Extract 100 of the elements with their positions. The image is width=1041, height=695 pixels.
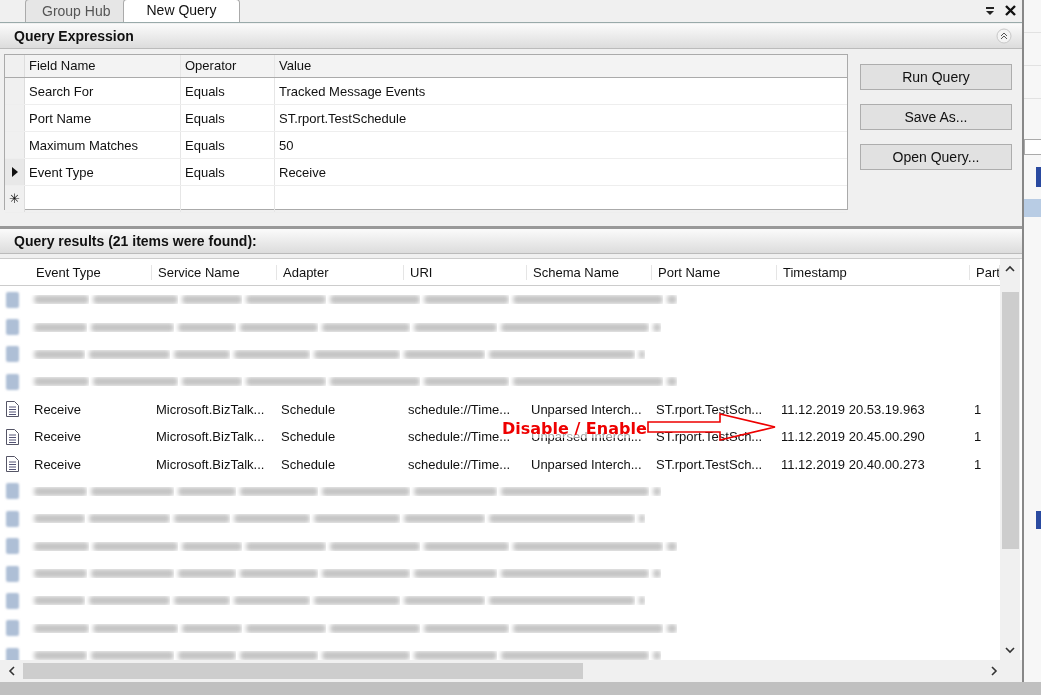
section-title: Query results (21 items were found):: [14, 233, 257, 250]
table-cell: Port Name: [25, 104, 181, 131]
table-cell-text: Receive: [33, 401, 82, 417]
document-tab[interactable]: New Query: [123, 0, 240, 22]
scroll-up-icon[interactable]: [1005, 265, 1015, 272]
table-cell: Search For: [25, 77, 181, 104]
blurred-text: [34, 486, 87, 496]
blurred-icon: [6, 346, 19, 363]
scroll-down-icon[interactable]: [1005, 647, 1015, 654]
blurred-text: [667, 541, 677, 551]
column-header[interactable]: Port Name: [652, 264, 777, 280]
table-cell-text: Receive: [33, 456, 82, 472]
row-header[interactable]: ✳: [5, 185, 25, 212]
table-cell-text: 11.12.2019 20.45.00.290: [780, 429, 926, 445]
vertical-scrollbar[interactable]: [1000, 259, 1020, 660]
scroll-thumb[interactable]: [1001, 292, 1019, 549]
table-cell-text: Microsoft.BizTalk...: [155, 456, 266, 472]
blurred-text: [182, 377, 242, 387]
blurred-text: [653, 486, 661, 496]
table-cell: Equals: [181, 158, 275, 185]
dropdown-icon[interactable]: [985, 5, 995, 16]
table-cell-text: ST.rport.TestSch...: [655, 401, 764, 417]
new-row-marker: ✳: [9, 192, 20, 206]
column-header[interactable]: Schema Name: [527, 264, 652, 280]
blurred-text: [667, 623, 677, 633]
table-cell: Equals: [181, 131, 275, 158]
table-cell-text: 1: [973, 429, 983, 445]
table-cell-text: Unparsed Interch...: [530, 401, 643, 417]
table-cell: Equals: [181, 104, 275, 131]
table-cell-text: ST.rport.TestSchedule: [278, 109, 408, 128]
blurred-icon: [6, 510, 19, 527]
table-cell-text: Schedule: [280, 429, 337, 445]
blurred-text: [667, 377, 677, 387]
blurred-text: [34, 541, 89, 551]
horizontal-scrollbar[interactable]: [0, 660, 1022, 682]
table-cell-text: Schedule: [280, 401, 337, 417]
action-button[interactable]: Save As...: [860, 103, 1012, 130]
blurred-text: [34, 596, 85, 606]
blurred-text: [174, 514, 230, 524]
blurred-text: [178, 486, 236, 496]
blurred-text: [653, 569, 661, 579]
close-icon[interactable]: [1005, 5, 1016, 16]
blurred-text: [653, 322, 661, 332]
scroll-right-icon[interactable]: [991, 666, 998, 676]
table-cell: Event Type: [25, 158, 181, 185]
collapse-icon[interactable]: [996, 27, 1012, 44]
blurred-text: [34, 295, 89, 305]
table-cell-text: Unparsed Interch...: [530, 456, 643, 472]
blurred-text: [34, 623, 89, 633]
blurred-text: [34, 377, 89, 387]
table-cell-text: 1: [973, 456, 983, 472]
blurred-text: [639, 349, 645, 359]
blurred-text: [667, 295, 677, 305]
blurred-text: [639, 514, 645, 524]
blurred-text: [182, 541, 242, 551]
scroll-thumb[interactable]: [23, 663, 583, 679]
scroll-left-icon[interactable]: [8, 666, 15, 676]
blurred-icon: [6, 291, 19, 308]
blurred-icon: [6, 483, 19, 500]
blurred-text: [182, 295, 242, 305]
blurred-text: [34, 349, 85, 359]
table-cell-text: Receive: [278, 163, 327, 182]
action-button[interactable]: Run Query: [860, 63, 1012, 90]
section-title: Query Expression: [14, 27, 134, 44]
blurred-icon: [6, 319, 19, 336]
document-icon: [6, 428, 19, 445]
column-header[interactable]: Field Name: [25, 54, 181, 77]
table-cell-text: 50: [278, 136, 295, 155]
document-icon: [6, 456, 19, 473]
table-cell-text: ST.rport.TestSch...: [655, 456, 764, 472]
table-cell: Equals: [181, 77, 275, 104]
table-cell-text: Microsoft.BizTalk...: [155, 429, 266, 445]
blurred-text: [34, 569, 87, 579]
blurred-text: [34, 514, 85, 524]
table-cell-text: schedule://Time...: [407, 456, 512, 472]
blurred-icon: [6, 538, 19, 555]
blurred-text: [182, 623, 242, 633]
column-header[interactable]: URI: [404, 264, 527, 280]
blurred-text: [174, 349, 230, 359]
table-cell-text: Microsoft.BizTalk...: [155, 401, 266, 417]
column-header[interactable]: Operator: [181, 54, 275, 77]
blurred-icon: [6, 593, 19, 609]
blurred-text: [178, 651, 236, 660]
document-icon: [6, 401, 19, 418]
blurred-text: [34, 651, 87, 660]
blurred-icon: [6, 565, 19, 582]
blurred-icon: [6, 647, 19, 660]
action-button[interactable]: Open Query...: [860, 143, 1012, 170]
row-header[interactable]: [5, 158, 25, 185]
column-header[interactable]: Timestamp: [777, 264, 970, 280]
column-header[interactable]: Value: [275, 54, 847, 77]
table-cell-text: 11.12.2019 20.53.19.963: [780, 401, 926, 417]
column-header[interactable]: Event Type: [30, 264, 152, 280]
column-header[interactable]: Adapter: [277, 264, 404, 280]
blurred-text: [178, 569, 236, 579]
table-cell-text: 1: [973, 401, 983, 417]
table-cell-text: Receive: [33, 429, 82, 445]
table-cell-text: Tracked Message Events: [278, 82, 427, 101]
column-header[interactable]: Service Name: [152, 264, 277, 280]
blurred-text: [174, 596, 230, 606]
